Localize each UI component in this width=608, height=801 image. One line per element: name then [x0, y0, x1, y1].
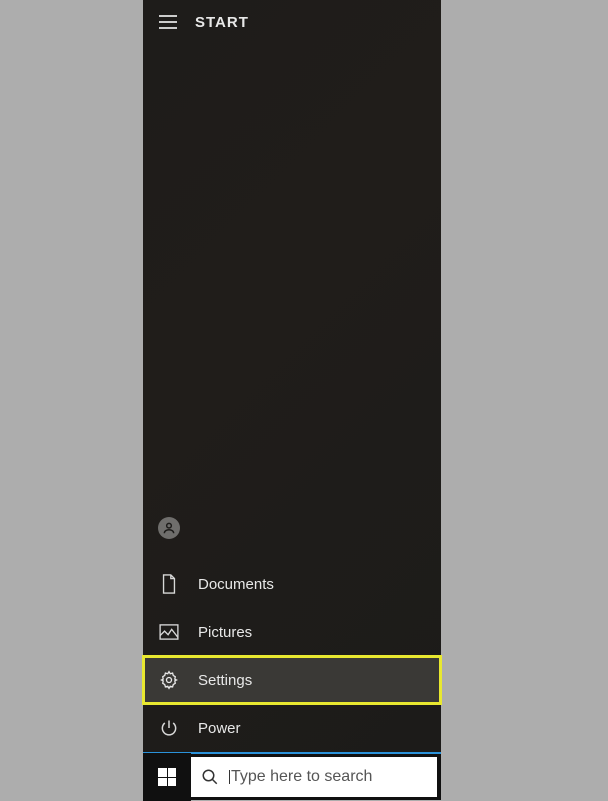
taskbar: Type here to search [143, 752, 441, 800]
account-button[interactable] [143, 504, 441, 552]
document-icon [158, 573, 180, 595]
pictures-button[interactable]: Pictures [143, 608, 441, 656]
start-bottom-items: Documents Pictures Settings [143, 504, 441, 752]
power-button[interactable]: Power [143, 704, 441, 752]
hamburger-icon[interactable] [159, 12, 179, 32]
power-label: Power [198, 720, 241, 737]
search-placeholder: Type here to search [229, 768, 427, 786]
windows-logo-icon [158, 768, 176, 786]
gear-icon [158, 669, 180, 691]
documents-button[interactable]: Documents [143, 560, 441, 608]
documents-label: Documents [198, 576, 274, 593]
settings-button[interactable]: Settings [143, 656, 441, 704]
settings-label: Settings [198, 672, 252, 689]
start-title: START [195, 14, 249, 31]
search-icon [201, 768, 219, 786]
power-icon [158, 717, 180, 739]
start-menu-panel: START Documents [143, 0, 441, 752]
pictures-icon [158, 621, 180, 643]
search-input[interactable]: Type here to search [191, 757, 437, 797]
start-header: START [143, 0, 441, 44]
start-button[interactable] [143, 753, 191, 801]
pictures-label: Pictures [198, 624, 252, 641]
user-icon [158, 517, 180, 539]
